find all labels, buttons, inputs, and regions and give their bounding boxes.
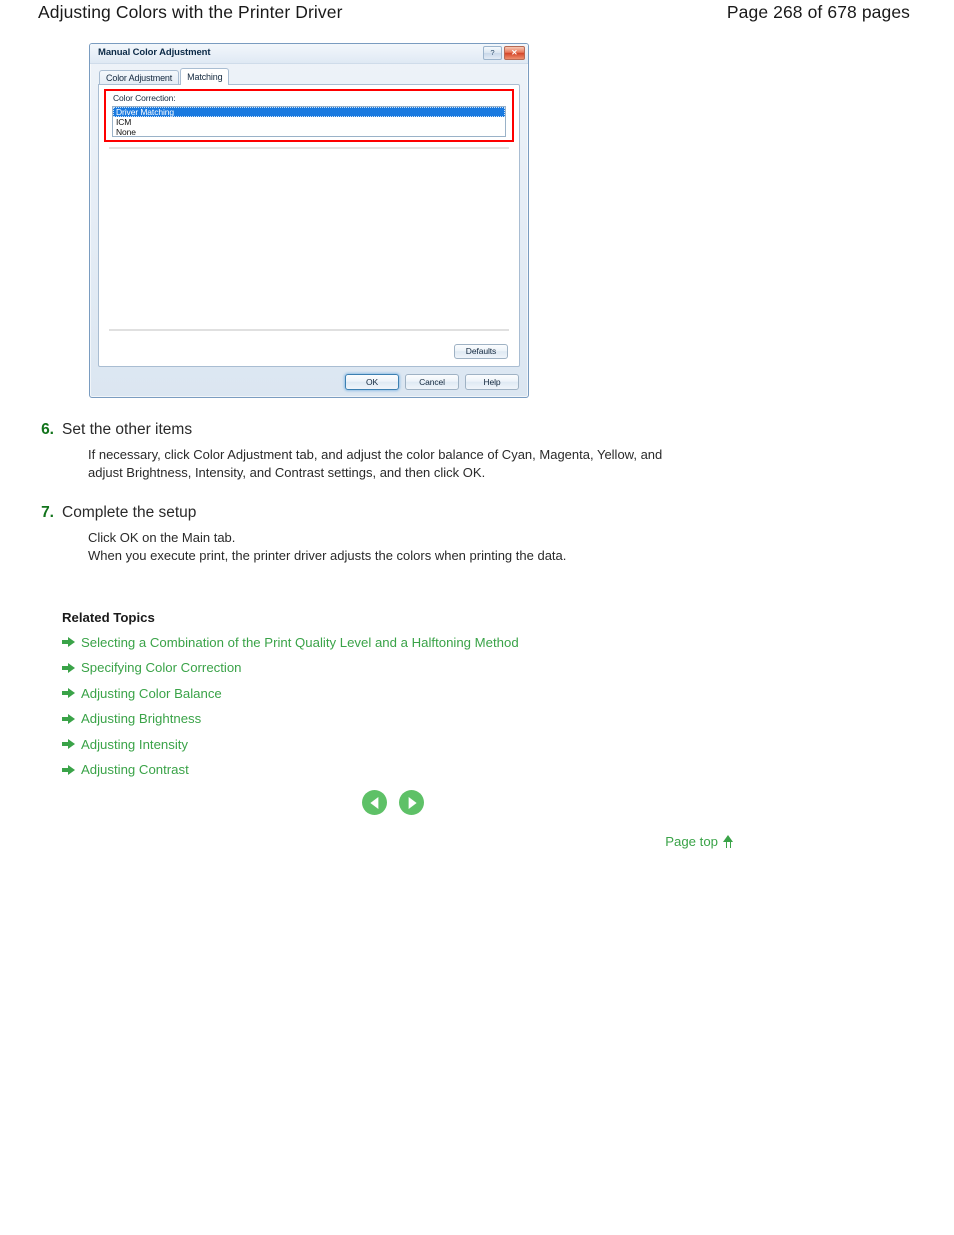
list-item[interactable]: Selecting a Combination of the Print Qua… [62, 634, 762, 650]
help-glyph: ? [490, 48, 495, 57]
related-link-3[interactable]: Adjusting Color Balance [81, 686, 222, 701]
arrow-right-icon [62, 764, 75, 775]
page-title: Adjusting Colors with the Printer Driver [38, 2, 343, 22]
related-topics-title: Related Topics [62, 610, 155, 625]
page-top-label: Page top [665, 834, 718, 849]
step-6-body: If necessary, click Color Adjustment tab… [0, 446, 954, 481]
arrow-right-icon [62, 688, 75, 698]
arrow-right-icon [62, 637, 75, 647]
related-link-5[interactable]: Adjusting Intensity [81, 737, 188, 752]
related-link-1[interactable]: Selecting a Combination of the Print Qua… [81, 635, 519, 650]
previous-page-icon[interactable] [362, 790, 387, 815]
step-7-heading: 7. Complete the setup [0, 503, 954, 523]
page-navigation [362, 790, 424, 815]
step-6-heading-text: Set the other items [62, 421, 193, 438]
dialog-title: Manual Color Adjustment [98, 47, 211, 58]
step-7-body: Click OK on the Main tab. When you execu… [0, 529, 954, 564]
divider [109, 147, 509, 149]
tab-color-adjustment[interactable]: Color Adjustment [99, 70, 180, 85]
list-item[interactable]: Specifying Color Correction [62, 660, 762, 676]
dialog-footer: OK Cancel Help [345, 374, 519, 390]
manual-color-adjustment-dialog: Manual Color Adjustment ? ✕ Color Adjust… [89, 43, 529, 398]
arrow-right-icon [62, 662, 75, 673]
list-item[interactable]: Driver Matching [113, 107, 505, 117]
step-7: 7. Complete the setup Click OK on the Ma… [0, 503, 954, 564]
close-icon[interactable]: ✕ [504, 46, 525, 60]
tab-matching[interactable]: Matching [180, 68, 230, 85]
dialog-tabstrip: Color Adjustment Matching [99, 68, 230, 85]
divider-above-defaults [109, 329, 509, 331]
related-link-2[interactable]: Specifying Color Correction [81, 660, 242, 675]
dialog-screenshot-figure: Manual Color Adjustment ? ✕ Color Adjust… [89, 43, 529, 398]
color-correction-listbox[interactable]: Driver Matching ICM None [112, 106, 506, 137]
step-6: 6. Set the other items If necessary, cli… [0, 420, 954, 481]
list-item[interactable]: Adjusting Intensity [62, 736, 762, 752]
arrow-right-icon [62, 739, 75, 749]
page-top-link[interactable]: Page top [665, 834, 734, 849]
list-item[interactable]: Adjusting Brightness [62, 711, 762, 727]
list-item[interactable]: Adjusting Color Balance [62, 685, 762, 701]
help-button[interactable]: Help [465, 374, 519, 390]
next-page-icon[interactable] [399, 790, 424, 815]
close-glyph: ✕ [511, 48, 518, 57]
help-icon[interactable]: ? [483, 46, 502, 60]
step-7-line-1: Click OK on the Main tab. [88, 530, 236, 545]
related-link-4[interactable]: Adjusting Brightness [81, 711, 201, 726]
step-6-line-1: If necessary, click Color Adjustment tab… [88, 447, 663, 462]
page-indicator: Page 268 of 678 pages [726, 2, 910, 22]
defaults-button[interactable]: Defaults [454, 344, 508, 359]
list-item[interactable]: Adjusting Contrast [62, 762, 762, 778]
step-7-line-2: When you execute print, the printer driv… [88, 547, 567, 563]
color-correction-label: Color Correction: [113, 93, 176, 103]
step-7-number: 7. [41, 504, 54, 521]
step-7-heading-text: Complete the setup [62, 504, 197, 521]
titlebar-buttons: ? ✕ [483, 46, 525, 60]
color-correction-highlight: Color Correction: Driver Matching ICM No… [104, 89, 514, 142]
arrow-right-icon [62, 713, 75, 724]
list-item[interactable]: ICM [113, 117, 505, 127]
related-topics-section: Related Topics Selecting a Combination o… [62, 610, 762, 787]
related-link-6[interactable]: Adjusting Contrast [81, 762, 189, 777]
step-6-line-2: adjust Brightness, Intensity, and Contra… [88, 464, 486, 480]
tab-page-matching: Color Correction: Driver Matching ICM No… [98, 84, 520, 367]
step-6-heading: 6. Set the other items [0, 420, 954, 440]
instruction-steps: 6. Set the other items If necessary, cli… [0, 420, 954, 586]
dialog-body: Color Adjustment Matching Color Correcti… [90, 64, 528, 397]
list-item[interactable]: None [113, 127, 505, 136]
arrow-up-icon [723, 835, 734, 848]
dialog-titlebar: Manual Color Adjustment ? ✕ [90, 44, 528, 64]
step-6-number: 6. [41, 421, 54, 438]
cancel-button[interactable]: Cancel [405, 374, 459, 390]
ok-button[interactable]: OK [345, 374, 399, 390]
page-header: Adjusting Colors with the Printer Driver… [0, 0, 954, 34]
